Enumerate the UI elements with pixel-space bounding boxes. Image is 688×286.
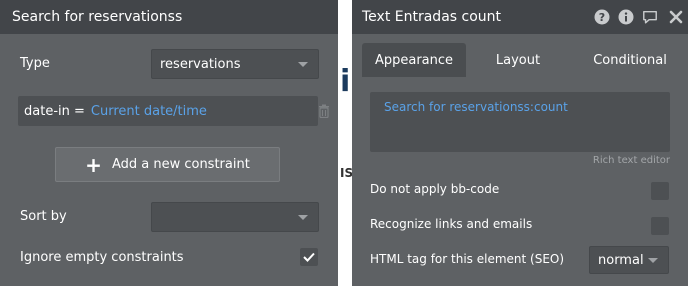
add-constraint-button[interactable]: + Add a new constraint [55,147,280,182]
plus-icon: + [85,152,102,177]
close-icon[interactable] [668,9,684,25]
tab-conditional[interactable]: Conditional [580,43,680,77]
panel-title: Search for reservationss [12,9,183,25]
comment-icon[interactable] [642,9,658,25]
ignore-empty-label: Ignore empty constraints [20,250,184,265]
no-bbcode-checkbox[interactable] [651,182,669,200]
add-constraint-label: Add a new constraint [111,157,250,172]
panel-header: Search for reservationss [0,0,338,34]
svg-text:?: ? [599,11,605,24]
type-dropdown[interactable]: reservations [151,49,319,79]
html-tag-label: HTML tag for this element (SEO) [370,252,565,266]
constraint-field: date-in = [24,103,85,119]
property-tabs: Appearance Layout Conditional [362,43,688,77]
constraint-row[interactable]: date-in = Current date/time [18,96,318,126]
trash-icon[interactable] [318,104,330,118]
panel-title: Text Entradas count [362,9,502,25]
search-properties-panel: Search for reservationss Type reservatio… [0,0,338,286]
canvas-text-fragment: i [340,64,351,99]
panel-header: Text Entradas count [352,0,688,34]
html-tag-value: normal [598,252,644,268]
tab-appearance[interactable]: Appearance [362,43,466,77]
ignore-empty-checkbox[interactable] [300,248,318,266]
element-properties-panel: Text Entradas count ? Appearance Layout … [352,0,688,286]
info-icon[interactable] [618,9,634,25]
rich-text-editor[interactable]: Search for reservationss:count [370,92,670,152]
chevron-down-icon [298,215,308,220]
type-label: Type [20,56,50,71]
checkmark-icon [303,252,315,262]
sort-by-label: Sort by [20,209,67,224]
chevron-down-icon [298,62,308,67]
recognize-links-label: Recognize links and emails [370,217,533,231]
rich-text-content[interactable]: Search for reservationss:count [384,100,568,114]
canvas-background [338,0,352,286]
help-icon[interactable]: ? [594,9,610,25]
no-bbcode-label: Do not apply bb-code [370,182,500,196]
rich-text-editor-label: Rich text editor [592,155,670,166]
recognize-links-checkbox[interactable] [651,217,669,235]
constraint-value[interactable]: Current date/time [91,104,207,119]
html-tag-dropdown[interactable]: normal [589,246,669,274]
sort-by-dropdown[interactable] [151,202,319,232]
type-dropdown-value: reservations [160,56,241,72]
chevron-down-icon [648,258,658,263]
tab-layout[interactable]: Layout [478,43,558,77]
